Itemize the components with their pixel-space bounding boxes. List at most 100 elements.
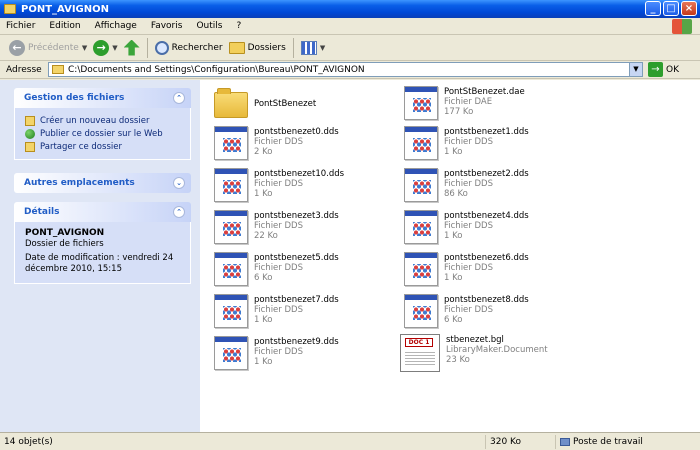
file-item[interactable]: PontStBenezet.dae Fichier DAE 177 Ko	[404, 86, 584, 120]
file-item[interactable]: pontstbenezet0.dds Fichier DDS 2 Ko	[214, 126, 394, 160]
folders-label: Dossiers	[247, 42, 286, 53]
details-name: PONT_AVIGNON	[25, 228, 105, 238]
file-item[interactable]: pontstbenezet4.dds Fichier DDS 1 Ko	[404, 210, 584, 244]
file-item[interactable]: pontstbenezet2.dds Fichier DDS 86 Ko	[404, 168, 584, 202]
file-name: PontStBenezet	[254, 99, 317, 109]
task-pane: Gestion des fichiers ⌃ Créer un nouveau …	[0, 80, 200, 432]
chevron-down-icon: ▼	[112, 43, 118, 52]
other-places-title: Autres emplacements	[24, 178, 135, 188]
file-name: pontstbenezet3.dds	[254, 211, 339, 221]
collapse-chevron-icon[interactable]: ⌃	[173, 206, 185, 218]
address-bar: Adresse C:\Documents and Settings\Config…	[0, 61, 700, 79]
back-arrow-icon: ←	[9, 39, 25, 56]
file-tasks-title: Gestion des fichiers	[24, 93, 125, 103]
folders-button[interactable]: Dossiers	[226, 37, 289, 59]
details-header[interactable]: Détails ⌃	[14, 202, 191, 222]
details-title: Détails	[24, 207, 60, 217]
file-type: LibraryMaker.Document	[446, 345, 548, 355]
go-arrow-icon: →	[648, 62, 663, 77]
file-item[interactable]: DOC 1 stbenezet.bgl LibraryMaker.Documen…	[400, 334, 580, 372]
search-label: Rechercher	[171, 42, 223, 53]
status-size: 320 Ko	[485, 435, 553, 449]
details-type: Dossier de fichiers	[25, 239, 104, 249]
windows-logo-icon	[672, 19, 692, 34]
file-item[interactable]: pontstbenezet8.dds Fichier DDS 6 Ko	[404, 294, 584, 328]
folder-icon	[214, 88, 248, 118]
document-icon	[214, 210, 248, 244]
menu-fichier[interactable]: Fichier	[6, 21, 35, 31]
back-button[interactable]: ← Précédente ▼	[6, 37, 90, 59]
file-list: PontStBenezet PontStBenezet.dae Fichier …	[200, 80, 700, 432]
window-title: PONT_AVIGNON	[21, 3, 109, 15]
file-type: Fichier DDS	[444, 305, 493, 315]
task-publish-web[interactable]: Publier ce dossier sur le Web	[25, 127, 180, 140]
document-icon	[214, 294, 248, 328]
status-count: 14 objet(s)	[4, 437, 53, 447]
address-dropdown-button[interactable]: ▼	[629, 63, 642, 76]
file-item[interactable]: pontstbenezet5.dds Fichier DDS 6 Ko	[214, 252, 394, 286]
other-places-header[interactable]: Autres emplacements ⌄	[14, 173, 191, 193]
document-icon	[404, 86, 438, 120]
menu-outils[interactable]: Outils	[196, 21, 222, 31]
address-input[interactable]: C:\Documents and Settings\Configuration\…	[48, 62, 643, 77]
close-button[interactable]: ×	[681, 1, 697, 16]
task-share-folder[interactable]: Partager ce dossier	[25, 140, 180, 153]
file-size: 2 Ko	[254, 147, 273, 157]
file-item[interactable]: pontstbenezet3.dds Fichier DDS 22 Ko	[214, 210, 394, 244]
file-item[interactable]: pontstbenezet7.dds Fichier DDS 1 Ko	[214, 294, 394, 328]
chevron-down-icon: ▼	[319, 43, 326, 52]
file-size: 6 Ko	[444, 315, 463, 325]
menu-favoris[interactable]: Favoris	[151, 21, 183, 31]
task-new-folder[interactable]: Créer un nouveau dossier	[25, 114, 180, 127]
search-button[interactable]: Rechercher	[152, 37, 226, 59]
menu-help[interactable]: ?	[236, 21, 241, 31]
file-tasks-header[interactable]: Gestion des fichiers ⌃	[14, 88, 191, 108]
file-item[interactable]: pontstbenezet6.dds Fichier DDS 1 Ko	[404, 252, 584, 286]
file-name: pontstbenezet1.dds	[444, 127, 529, 137]
file-size: 22 Ko	[254, 231, 278, 241]
forward-button[interactable]: → ▼	[90, 37, 120, 59]
file-name: pontstbenezet5.dds	[254, 253, 339, 263]
document-icon	[214, 126, 248, 160]
document-icon	[404, 210, 438, 244]
chevron-down-icon: ▼	[81, 43, 88, 52]
document-icon	[214, 252, 248, 286]
collapse-chevron-icon[interactable]: ⌃	[173, 92, 185, 104]
up-button[interactable]	[121, 37, 143, 59]
file-size: 86 Ko	[444, 189, 468, 199]
expand-chevron-icon[interactable]: ⌄	[173, 177, 185, 189]
file-size: 1 Ko	[254, 315, 273, 325]
task-label: Publier ce dossier sur le Web	[40, 128, 163, 139]
share-folder-icon	[25, 141, 35, 152]
file-size: 1 Ko	[444, 273, 463, 283]
views-button[interactable]: ▼	[298, 37, 328, 59]
menu-edition[interactable]: Edition	[49, 21, 80, 31]
menu-affichage[interactable]: Affichage	[95, 21, 137, 31]
toolbar-separator	[292, 37, 294, 58]
document-icon	[404, 126, 438, 160]
folder-icon	[4, 4, 16, 14]
title-bar: PONT_AVIGNON _ □ ×	[0, 0, 700, 18]
document-icon	[404, 252, 438, 286]
document-icon	[404, 168, 438, 202]
file-item[interactable]: pontstbenezet1.dds Fichier DDS 1 Ko	[404, 126, 584, 160]
forward-arrow-icon: →	[93, 39, 110, 56]
details-modified: Date de modification : vendredi 24 décem…	[25, 253, 174, 274]
file-item[interactable]: pontstbenezet9.dds Fichier DDS 1 Ko	[214, 336, 394, 370]
minimize-button[interactable]: _	[645, 1, 661, 16]
file-size: 1 Ko	[254, 189, 273, 199]
toolbar-separator	[146, 37, 148, 58]
file-name: pontstbenezet9.dds	[254, 337, 339, 347]
file-name: pontstbenezet7.dds	[254, 295, 339, 305]
views-icon	[300, 40, 317, 55]
file-type: Fichier DDS	[254, 347, 303, 357]
go-button[interactable]: → OK	[648, 62, 679, 77]
computer-icon	[560, 437, 570, 446]
file-size: 6 Ko	[254, 273, 273, 283]
maximize-button[interactable]: □	[663, 1, 679, 16]
go-label: OK	[666, 64, 679, 75]
doc-badge: DOC 1	[405, 338, 433, 347]
file-item[interactable]: pontstbenezet10.dds Fichier DDS 1 Ko	[214, 168, 394, 202]
file-item[interactable]: PontStBenezet	[214, 88, 394, 122]
status-bar: 14 objet(s) 320 Ko Poste de travail	[0, 432, 700, 450]
